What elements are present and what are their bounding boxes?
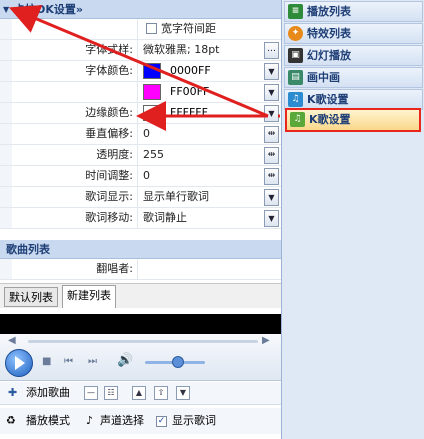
lyric-display-row: 歌词显示: 显示单行歌词 ▼ bbox=[0, 187, 281, 208]
add-song-button[interactable]: 添加歌曲 bbox=[26, 382, 70, 404]
add-song-icon[interactable]: ✚ bbox=[8, 382, 17, 404]
lyric-move-value[interactable]: 歌词静止 bbox=[143, 208, 187, 228]
list-toolbar: ✚ 添加歌曲 — ☷ ▲ ⇧ ▼ bbox=[0, 382, 281, 405]
time-adjust-label: 时间调整: bbox=[12, 166, 138, 186]
move-up-icon[interactable]: ▲ bbox=[132, 386, 146, 400]
font-color-swatch-2[interactable] bbox=[143, 84, 161, 100]
show-lyrics-label: 显示歌词 bbox=[172, 414, 216, 427]
font-color-row: 字体颜色: 0000FF ▼ bbox=[0, 61, 281, 82]
nav-label: 特效列表 bbox=[307, 27, 351, 40]
nav-karaoke[interactable]: ♫ K歌设置 bbox=[284, 89, 423, 110]
side-navigation: ≡ 播放列表 ✦ 特效列表 ▣ 幻灯播放 ▤ 画中画 ♫ K歌设置 ♫ K歌设置 bbox=[281, 0, 424, 439]
font-color-value-1: 0000FF bbox=[170, 64, 211, 77]
next-icon[interactable]: ⏭ bbox=[88, 356, 97, 367]
border-color-dropdown[interactable]: ▼ bbox=[264, 105, 279, 122]
font-color-label: 字体颜色: bbox=[12, 61, 138, 81]
lyric-display-dropdown[interactable]: ▼ bbox=[264, 189, 279, 206]
tab-new-list[interactable]: 新建列表 bbox=[62, 285, 116, 308]
border-color-label: 边缘颜色: bbox=[12, 103, 138, 123]
vertical-offset-label: 垂直偏移: bbox=[12, 124, 138, 144]
player-controls: ◀ ▶ ■ ⏮ ⏭ 🔊 bbox=[0, 334, 281, 381]
wide-spacing-checkbox[interactable] bbox=[146, 23, 157, 34]
move-top-icon[interactable]: ⇧ bbox=[154, 386, 168, 400]
stop-icon[interactable]: ■ bbox=[42, 356, 51, 367]
pip-icon: ▤ bbox=[288, 70, 303, 85]
collapse-icon[interactable]: ▼ bbox=[3, 0, 9, 19]
font-style-label: 字体式样: bbox=[12, 40, 138, 60]
vertical-offset-spinner[interactable]: ⇹ bbox=[264, 126, 279, 143]
nav-picture-in-picture[interactable]: ▤ 画中画 bbox=[284, 67, 423, 88]
lyric-display-value[interactable]: 显示单行歌词 bbox=[143, 187, 209, 207]
remove-icon[interactable]: — bbox=[84, 386, 98, 400]
slideshow-icon: ▣ bbox=[288, 48, 303, 63]
play-button[interactable] bbox=[5, 349, 33, 377]
song-list-header[interactable]: 歌曲列表 bbox=[0, 240, 281, 259]
font-color-dropdown-1[interactable]: ▼ bbox=[264, 63, 279, 80]
karaoke-settings-title: 卡拉OK设置» bbox=[14, 3, 83, 16]
bottom-toolbar: ♻ 播放模式 ♪ 声道选择 ✓ 显示歌词 bbox=[0, 408, 281, 434]
seek-bar[interactable] bbox=[28, 340, 258, 343]
border-color-swatch[interactable] bbox=[143, 105, 161, 121]
playlist-icon: ≡ bbox=[288, 4, 303, 19]
nav-label: 幻灯播放 bbox=[307, 49, 351, 62]
move-down-icon[interactable]: ▼ bbox=[176, 386, 190, 400]
previous-icon[interactable]: ⏮ bbox=[64, 356, 73, 367]
show-lyrics-checkbox[interactable]: ✓ bbox=[156, 416, 167, 427]
opacity-label: 透明度: bbox=[12, 145, 138, 165]
play-mode-icon[interactable]: ♻ bbox=[6, 410, 16, 432]
font-style-value[interactable]: 微软雅黑; 18pt bbox=[143, 40, 220, 60]
playlist-tabs: 默认列表 新建列表 bbox=[0, 283, 281, 308]
nav-label: K歌设置 bbox=[309, 113, 351, 126]
karaoke-settings-header[interactable]: ▼ 卡拉OK设置» bbox=[0, 0, 281, 19]
karaoke-icon: ♫ bbox=[290, 112, 305, 127]
channel-select-button[interactable]: 声道选择 bbox=[100, 410, 144, 432]
time-adjust-row: 时间调整: 0 ⇹ bbox=[0, 166, 281, 187]
font-color-dropdown-2[interactable]: ▼ bbox=[264, 84, 279, 101]
nav-effects[interactable]: ✦ 特效列表 bbox=[284, 23, 423, 44]
lyric-move-label: 歌词移动: bbox=[12, 208, 138, 228]
lyric-display-label: 歌词显示: bbox=[12, 187, 138, 207]
font-style-row: 字体式样: 微软雅黑; 18pt … bbox=[0, 40, 281, 61]
play-mode-button[interactable]: 播放模式 bbox=[26, 410, 70, 432]
singer-row: 翻唱者: bbox=[0, 259, 281, 280]
font-picker-button[interactable]: … bbox=[264, 42, 279, 59]
time-adjust-value[interactable]: 0 bbox=[143, 166, 150, 186]
border-color-row: 边缘颜色: FFFFFF ▼ bbox=[0, 103, 281, 124]
nav-karaoke-selected[interactable]: ♫ K歌设置 bbox=[285, 108, 421, 132]
volume-knob[interactable] bbox=[172, 356, 184, 368]
tab-default-list[interactable]: 默认列表 bbox=[4, 287, 58, 307]
karaoke-icon: ♫ bbox=[288, 92, 303, 107]
font-color-swatch-1[interactable] bbox=[143, 63, 161, 79]
volume-icon[interactable]: 🔊 bbox=[117, 353, 133, 368]
vertical-offset-value[interactable]: 0 bbox=[143, 124, 150, 144]
channel-icon[interactable]: ♪ bbox=[86, 410, 93, 432]
vertical-offset-row: 垂直偏移: 0 ⇹ bbox=[0, 124, 281, 145]
opacity-value[interactable]: 255 bbox=[143, 145, 164, 165]
effects-icon: ✦ bbox=[288, 26, 303, 41]
border-color-value: FFFFFF bbox=[170, 106, 208, 119]
nav-playlist[interactable]: ≡ 播放列表 bbox=[284, 1, 423, 22]
video-preview bbox=[0, 314, 281, 334]
nav-slideshow[interactable]: ▣ 幻灯播放 bbox=[284, 45, 423, 66]
song-list-title: 歌曲列表 bbox=[6, 243, 50, 256]
properties-panel: ▼ 卡拉OK设置» 宽字符间距 字体式样: 微软雅黑; 18pt … 字体颜色:… bbox=[0, 0, 281, 439]
font-color-value-2: FF00FF bbox=[170, 85, 210, 98]
seek-forward-icon[interactable]: ▶ bbox=[262, 335, 270, 346]
lyric-move-dropdown[interactable]: ▼ bbox=[264, 210, 279, 227]
wide-spacing-row: 宽字符间距 bbox=[0, 19, 281, 40]
seek-back-icon[interactable]: ◀ bbox=[8, 335, 16, 346]
lyric-move-row: 歌词移动: 歌词静止 ▼ bbox=[0, 208, 281, 229]
opacity-spinner[interactable]: ⇹ bbox=[264, 147, 279, 164]
nav-label: 播放列表 bbox=[307, 5, 351, 18]
nav-label: 画中画 bbox=[307, 71, 340, 84]
wide-spacing-label: 宽字符间距 bbox=[161, 22, 216, 35]
font-color-row-2: FF00FF ▼ bbox=[0, 82, 281, 103]
time-adjust-spinner[interactable]: ⇹ bbox=[264, 168, 279, 185]
singer-label: 翻唱者: bbox=[12, 259, 138, 279]
list-edit-icon[interactable]: ☷ bbox=[104, 386, 118, 400]
nav-label: K歌设置 bbox=[307, 93, 349, 106]
opacity-row: 透明度: 255 ⇹ bbox=[0, 145, 281, 166]
